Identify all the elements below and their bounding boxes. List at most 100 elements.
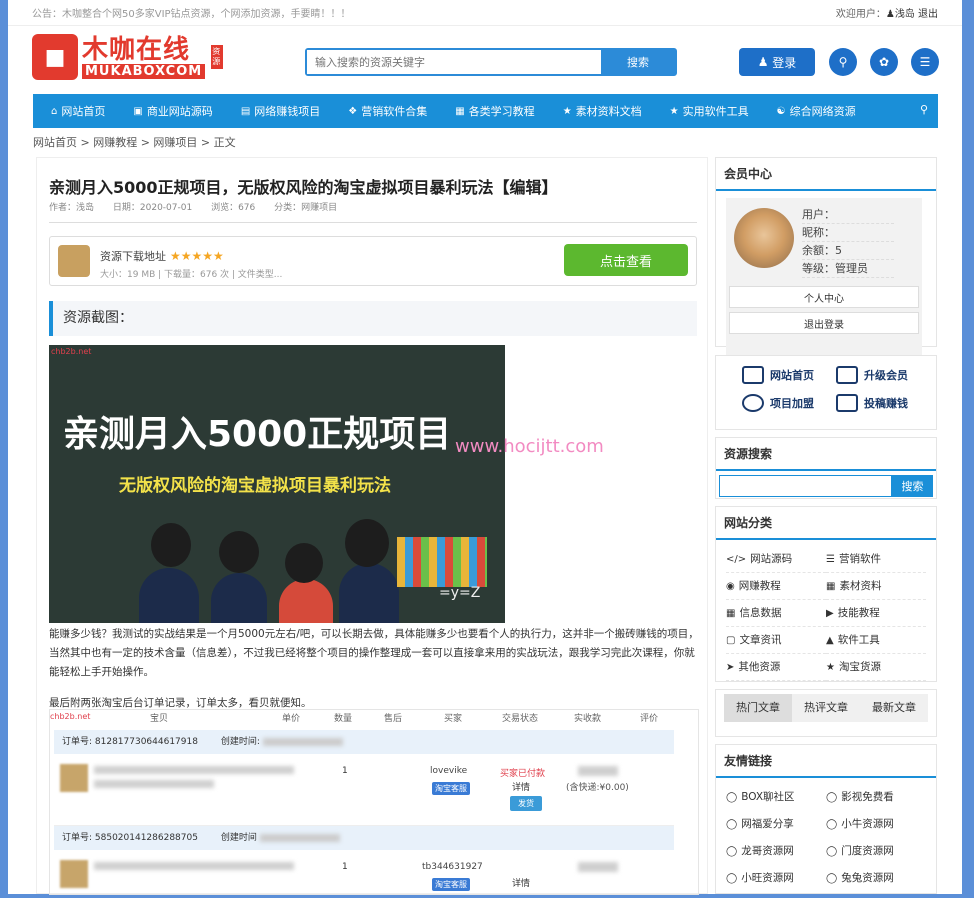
sidebar-search-button[interactable]: 搜索: [892, 475, 933, 497]
order-row-header: 订单号: 812817730644617918 创建时间:: [54, 730, 674, 754]
image-watermark: chb2b.net: [51, 347, 92, 356]
meta-category[interactable]: 分类：网赚项目: [274, 203, 337, 213]
tab-comments[interactable]: 热评文章: [792, 694, 860, 722]
cartoon-people: [139, 519, 399, 623]
user-name[interactable]: 浅岛: [895, 9, 915, 20]
nav-item-marketing[interactable]: ❖ 营销软件合集: [348, 103, 427, 119]
rating-stars: ★★★★★: [170, 249, 224, 263]
user-icon: ♟: [757, 55, 773, 69]
tab-hot[interactable]: 热门文章: [724, 694, 792, 722]
article-tabs: 热门文章 热评文章 最新文章: [715, 689, 937, 737]
center-button[interactable]: 个人中心: [729, 286, 919, 308]
link-icon: ◯: [726, 873, 738, 884]
section-heading: 资源截图：: [49, 301, 697, 336]
image-equation: =y=Z: [439, 585, 481, 601]
category-item[interactable]: ➤ 其他资源: [726, 654, 826, 681]
quick-submit[interactable]: 投稿赚钱: [826, 394, 920, 412]
search-input[interactable]: [307, 50, 601, 74]
categories-title: 网站分类: [716, 507, 936, 540]
search-bar: 搜索: [305, 48, 677, 76]
camera-icon: ◉: [726, 581, 735, 592]
category-item[interactable]: </> 网站源码: [726, 546, 826, 573]
nav-search-icon[interactable]: ⚲: [920, 103, 928, 116]
quick-upgrade[interactable]: 升级会员: [826, 366, 920, 384]
logout-link[interactable]: 退出: [918, 9, 938, 20]
friend-link[interactable]: ◯ 门度资源网: [826, 838, 926, 865]
download-button[interactable]: 点击查看: [564, 244, 688, 276]
search-button[interactable]: 搜索: [601, 50, 675, 74]
nav-item-material[interactable]: ★ 素材资料文档: [563, 103, 642, 119]
briefcase-icon: ▣: [133, 105, 143, 117]
nav-item-money[interactable]: ▤ 网络赚钱项目: [241, 103, 320, 119]
link-icon: ◯: [826, 792, 838, 803]
friend-link[interactable]: ◯ 小旺资源网: [726, 865, 826, 892]
notice-text: 公告：木咖整合个网50多家VIP钻点资源，个网添加资源，手要睛！！！: [32, 9, 351, 20]
users-icon: ☯: [776, 105, 786, 117]
overlay-watermark: www.hocijtt.com: [455, 436, 604, 457]
meta-views: 浏览：676: [211, 203, 256, 213]
category-item[interactable]: ▦ 信息数据: [726, 600, 826, 627]
send-icon: ➤: [726, 662, 735, 673]
nav-item-tutorial[interactable]: ▦ 各类学习教程: [455, 103, 534, 119]
link-icon: ◯: [826, 873, 838, 884]
category-item[interactable]: ◉ 网赚教程: [726, 573, 826, 600]
nav-item-home[interactable]: ⌂ 网站首页: [51, 103, 105, 119]
image-subtitle: 无版权风险的淘宝虚拟项目暴利玩法: [119, 476, 391, 496]
grid-icon: ▦: [826, 581, 836, 592]
film-icon: ▦: [455, 105, 465, 117]
bank-icon: ▲: [826, 635, 834, 646]
link-icon: ◯: [726, 792, 738, 803]
menu-icon[interactable]: ☰: [911, 48, 939, 76]
friend-link[interactable]: ◯ 小牛资源网: [826, 811, 926, 838]
quick-home[interactable]: 网站首页: [732, 366, 826, 384]
header: ■ 木咖在线 MUKABOXCOM 资源 搜索 ♟ 登录 ⚲ ✿ ☰: [8, 26, 962, 96]
link-icon: ◯: [726, 846, 738, 857]
package-icon: [58, 245, 90, 277]
avatar: [734, 208, 794, 268]
friend-link[interactable]: ◯ 兔兔资源网: [826, 865, 926, 892]
article-paragraph-2: 最后附两张淘宝后台订单记录，订单太多，看贝就便知。: [49, 697, 312, 709]
link-icon: ◯: [726, 819, 738, 830]
category-item[interactable]: ▢ 文章资讯: [726, 627, 826, 654]
key-icon: [836, 366, 858, 384]
theme-icon[interactable]: ✿: [870, 48, 898, 76]
image-title: 亲测月入5000正规项目: [63, 414, 452, 455]
article-image: chb2b.net 亲测月入5000正规项目 无版权风险的淘宝虚拟项目暴利玩法 …: [49, 345, 505, 623]
member-level: 等级：管理员: [802, 260, 894, 278]
meta-author: 作者：浅岛: [49, 203, 95, 213]
friend-link[interactable]: ◯ 龙哥资源网: [726, 838, 826, 865]
document-icon: ▢: [726, 635, 736, 646]
category-item[interactable]: ▶ 技能教程: [826, 600, 926, 627]
sidebar-search-input[interactable]: [719, 475, 892, 497]
category-item[interactable]: ▲ 软件工具: [826, 627, 926, 654]
nav-item-network[interactable]: ☯ 综合网络资源: [777, 103, 856, 119]
topbar: 公告：木咖整合个网50多家VIP钻点资源，个网添加资源，手要睛！！！ 欢迎用户：…: [8, 0, 962, 26]
friend-link[interactable]: ◯ BOX聊社区: [726, 784, 826, 811]
search-icon[interactable]: ⚲: [829, 48, 857, 76]
quick-join[interactable]: 项目加盟: [732, 394, 826, 412]
page: 公告：木咖整合个网50多家VIP钻点资源，个网添加资源，手要睛！！！ 欢迎用户：…: [8, 0, 962, 895]
nav-item-source[interactable]: ▣ 商业网站源码: [133, 103, 212, 119]
table-row: 1 lovevike 淘宝客服 买家已付款 详情 发货 (含快递:¥0.00): [54, 756, 674, 826]
category-item[interactable]: ☰ 营销软件: [826, 546, 926, 573]
home-icon: ⌂: [51, 105, 58, 117]
article: 亲测月入5000正规项目，无版权风险的淘宝虚拟项目暴利玩法【编辑】 作者：浅岛 …: [36, 157, 708, 895]
star-icon: ★: [826, 662, 835, 673]
search-title: 资源搜索: [716, 438, 936, 471]
article-meta: 作者：浅岛 日期：2020-07-01 浏览：676 分类：网赚项目: [49, 200, 349, 213]
category-item[interactable]: ▦ 素材资料: [826, 573, 926, 600]
member-user: 用户：: [802, 206, 894, 224]
friend-link[interactable]: ◯ 网福爱分享: [726, 811, 826, 838]
site-logo[interactable]: ■ 木咖在线 MUKABOXCOM 资源: [32, 34, 224, 80]
friend-link[interactable]: ◯ 影视免费看: [826, 784, 926, 811]
login-button[interactable]: ♟ 登录: [739, 48, 815, 76]
dropbox-icon: ❖: [348, 105, 358, 117]
star-icon: ★: [669, 105, 679, 117]
category-item[interactable]: ★ 淘宝货源: [826, 654, 926, 681]
logout-button[interactable]: 退出登录: [729, 312, 919, 334]
download-info: 大小：19 MB | 下载量：676 次 | 文件类型...: [100, 270, 283, 280]
tab-latest[interactable]: 最新文章: [860, 694, 928, 722]
nav-item-tools[interactable]: ★ 实用软件工具: [670, 103, 749, 119]
meta-date: 日期：2020-07-01: [112, 203, 193, 213]
logo-cn: 木咖在线: [82, 34, 191, 65]
